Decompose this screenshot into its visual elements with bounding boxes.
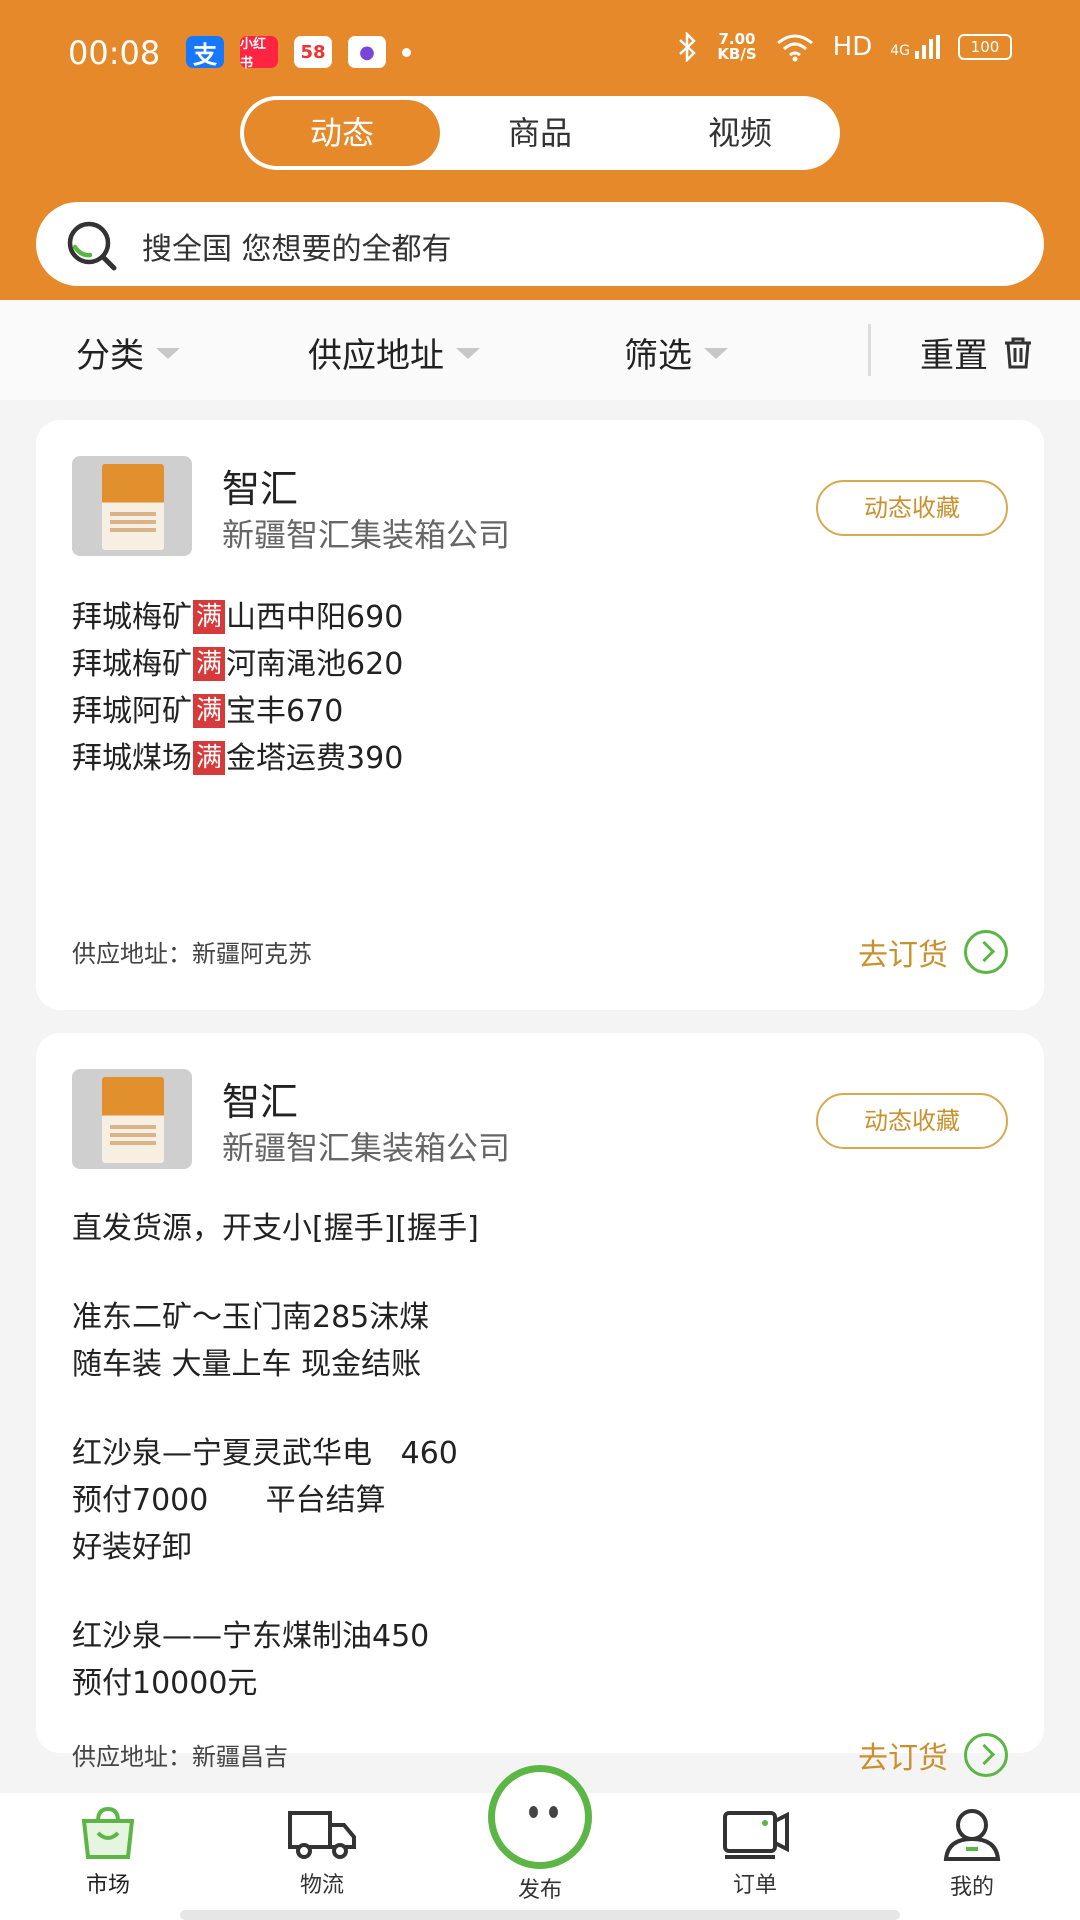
category-filter[interactable]: 分类 <box>76 328 180 377</box>
seller-name: 智汇 <box>222 1080 299 1124</box>
post-line: 红沙泉——宁东煤制油450 <box>72 1619 430 1654</box>
user-icon <box>943 1809 1001 1861</box>
nav-publish-label: 发布 <box>517 1878 562 1903</box>
seller-name: 智汇 <box>222 467 299 511</box>
post-line: 直发货源，开支小[握手][握手] <box>72 1211 479 1246</box>
supply-address-filter[interactable]: 供应地址 <box>308 328 480 377</box>
tab-videos[interactable]: 视频 <box>640 100 840 166</box>
post-line: 随车装 大量上车 现金结账 <box>72 1347 422 1382</box>
tab-products[interactable]: 商品 <box>440 100 640 166</box>
publish-button[interactable] <box>488 1765 592 1869</box>
xiaohongshu-icon: 小红书 <box>240 36 278 71</box>
post-card[interactable]: 智汇 新疆智汇集装箱公司 动态收藏 直发货源，开支小[握手][握手] 准东二矿～… <box>36 1033 1044 1777</box>
network-speed: 7.00 KB/S <box>717 30 757 63</box>
post-line: 拜城阿矿满宝丰670 <box>72 694 344 729</box>
order-label: 去订货 <box>858 1741 948 1776</box>
chevron-right-icon <box>964 930 1008 974</box>
reset-button[interactable]: 重置 <box>920 328 1034 377</box>
full-load-tag: 满 <box>193 600 226 634</box>
tab-dynamics[interactable]: 动态 <box>244 100 440 166</box>
product-thumbnail[interactable] <box>72 1069 192 1169</box>
alipay-icon: 支 <box>186 36 224 69</box>
post-content: 拜城梅矿满山西中阳690 拜城梅矿满河南渑池620 拜城阿矿满宝丰670 拜城煤… <box>72 594 403 782</box>
post-line: 拜城煤场满金塔运费390 <box>72 741 404 776</box>
status-time: 00:08 <box>68 34 161 72</box>
post-card[interactable]: 智汇 新疆智汇集装箱公司 动态收藏 拜城梅矿满山西中阳690 拜城梅矿满河南渑池… <box>36 420 1044 1010</box>
nav-orders[interactable]: 订单 <box>695 1807 815 1899</box>
wifi-icon <box>776 34 813 62</box>
nav-market-label: 市场 <box>85 1873 130 1898</box>
truck-icon <box>288 1811 356 1859</box>
status-indicators: 7.00 KB/S HD 4G 100 <box>677 32 1012 62</box>
supply-address: 供应地址：新疆阿克苏 <box>72 940 312 968</box>
more-notifications-dot <box>402 47 411 57</box>
order-label: 去订货 <box>858 938 948 973</box>
reset-label: 重置 <box>920 336 988 376</box>
category-dropdown-icon <box>156 348 180 359</box>
category-label: 分类 <box>76 336 144 376</box>
publish-face-icon <box>549 1806 558 1818</box>
supply-address: 供应地址：新疆昌吉 <box>72 1743 288 1771</box>
company-name: 新疆智汇集装箱公司 <box>222 516 511 554</box>
home-indicator <box>180 1910 900 1920</box>
bluetooth-icon <box>679 32 697 62</box>
hd-indicator: HD <box>832 32 873 62</box>
filter-divider <box>868 324 871 376</box>
trash-icon <box>1005 337 1031 368</box>
orders-icon <box>723 1811 789 1859</box>
nav-market[interactable]: 市场 <box>48 1807 168 1899</box>
post-line: 预付10000元 <box>72 1666 258 1701</box>
filter-bar: 分类 供应地址 筛选 重置 <box>0 300 1080 400</box>
post-line: 拜城梅矿满山西中阳690 <box>72 600 404 635</box>
post-line: 红沙泉—宁夏灵武华电 460 <box>72 1436 458 1471</box>
notification-icons: 支 小红书 58 ● <box>186 36 411 71</box>
order-button[interactable]: 去订货 <box>858 1733 1008 1777</box>
product-thumbnail[interactable] <box>72 456 192 556</box>
order-button[interactable]: 去订货 <box>858 930 1008 974</box>
nav-mine-label: 我的 <box>949 1875 994 1900</box>
battery-icon: 100 <box>958 34 1012 60</box>
nav-mine[interactable]: 我的 <box>912 1807 1032 1901</box>
58-app-icon: 58 <box>294 36 332 68</box>
nav-orders-label: 订单 <box>732 1873 777 1898</box>
full-load-tag: 满 <box>193 741 226 775</box>
post-line: 好装好卸 <box>72 1530 192 1565</box>
search-bar[interactable]: 搜全国 您想要的全都有 <box>36 202 1044 286</box>
screen-filter[interactable]: 筛选 <box>624 328 728 377</box>
header: 00:08 支 小红书 58 ● 7.00 KB/S HD 4G 100 动态 商… <box>0 0 1080 300</box>
screen-filter-dropdown-icon <box>704 348 728 359</box>
search-icon <box>67 221 117 271</box>
post-line: 拜城梅矿满河南渑池620 <box>72 647 404 682</box>
status-bar: 00:08 支 小红书 58 ● 7.00 KB/S HD 4G 100 <box>0 30 1080 76</box>
post-content: 直发货源，开支小[握手][握手] 准东二矿～玉门南285沫煤 随车装 大量上车 … <box>72 1205 479 1707</box>
signal-icon: 4G <box>890 35 940 59</box>
screen-filter-label: 筛选 <box>624 336 692 376</box>
publish-face-icon <box>529 1806 538 1818</box>
chevron-right-icon <box>964 1733 1008 1777</box>
full-load-tag: 满 <box>193 694 226 728</box>
search-input[interactable]: 搜全国 您想要的全都有 <box>142 224 452 268</box>
nav-logistics[interactable]: 物流 <box>262 1807 382 1899</box>
post-line: 预付7000 平台结算 <box>72 1483 386 1518</box>
favorite-post-button[interactable]: 动态收藏 <box>816 480 1008 536</box>
supply-address-label: 供应地址 <box>308 336 444 376</box>
chat-app-icon: ● <box>348 36 386 68</box>
nav-logistics-label: 物流 <box>299 1873 344 1898</box>
favorite-post-button[interactable]: 动态收藏 <box>816 1093 1008 1149</box>
company-name: 新疆智汇集装箱公司 <box>222 1129 511 1167</box>
post-line: 准东二矿～玉门南285沫煤 <box>72 1300 430 1335</box>
content-tabs: 动态 商品 视频 <box>240 96 840 170</box>
supply-address-dropdown-icon <box>456 348 480 359</box>
full-load-tag: 满 <box>193 647 226 681</box>
shopping-bag-icon <box>81 1807 135 1859</box>
